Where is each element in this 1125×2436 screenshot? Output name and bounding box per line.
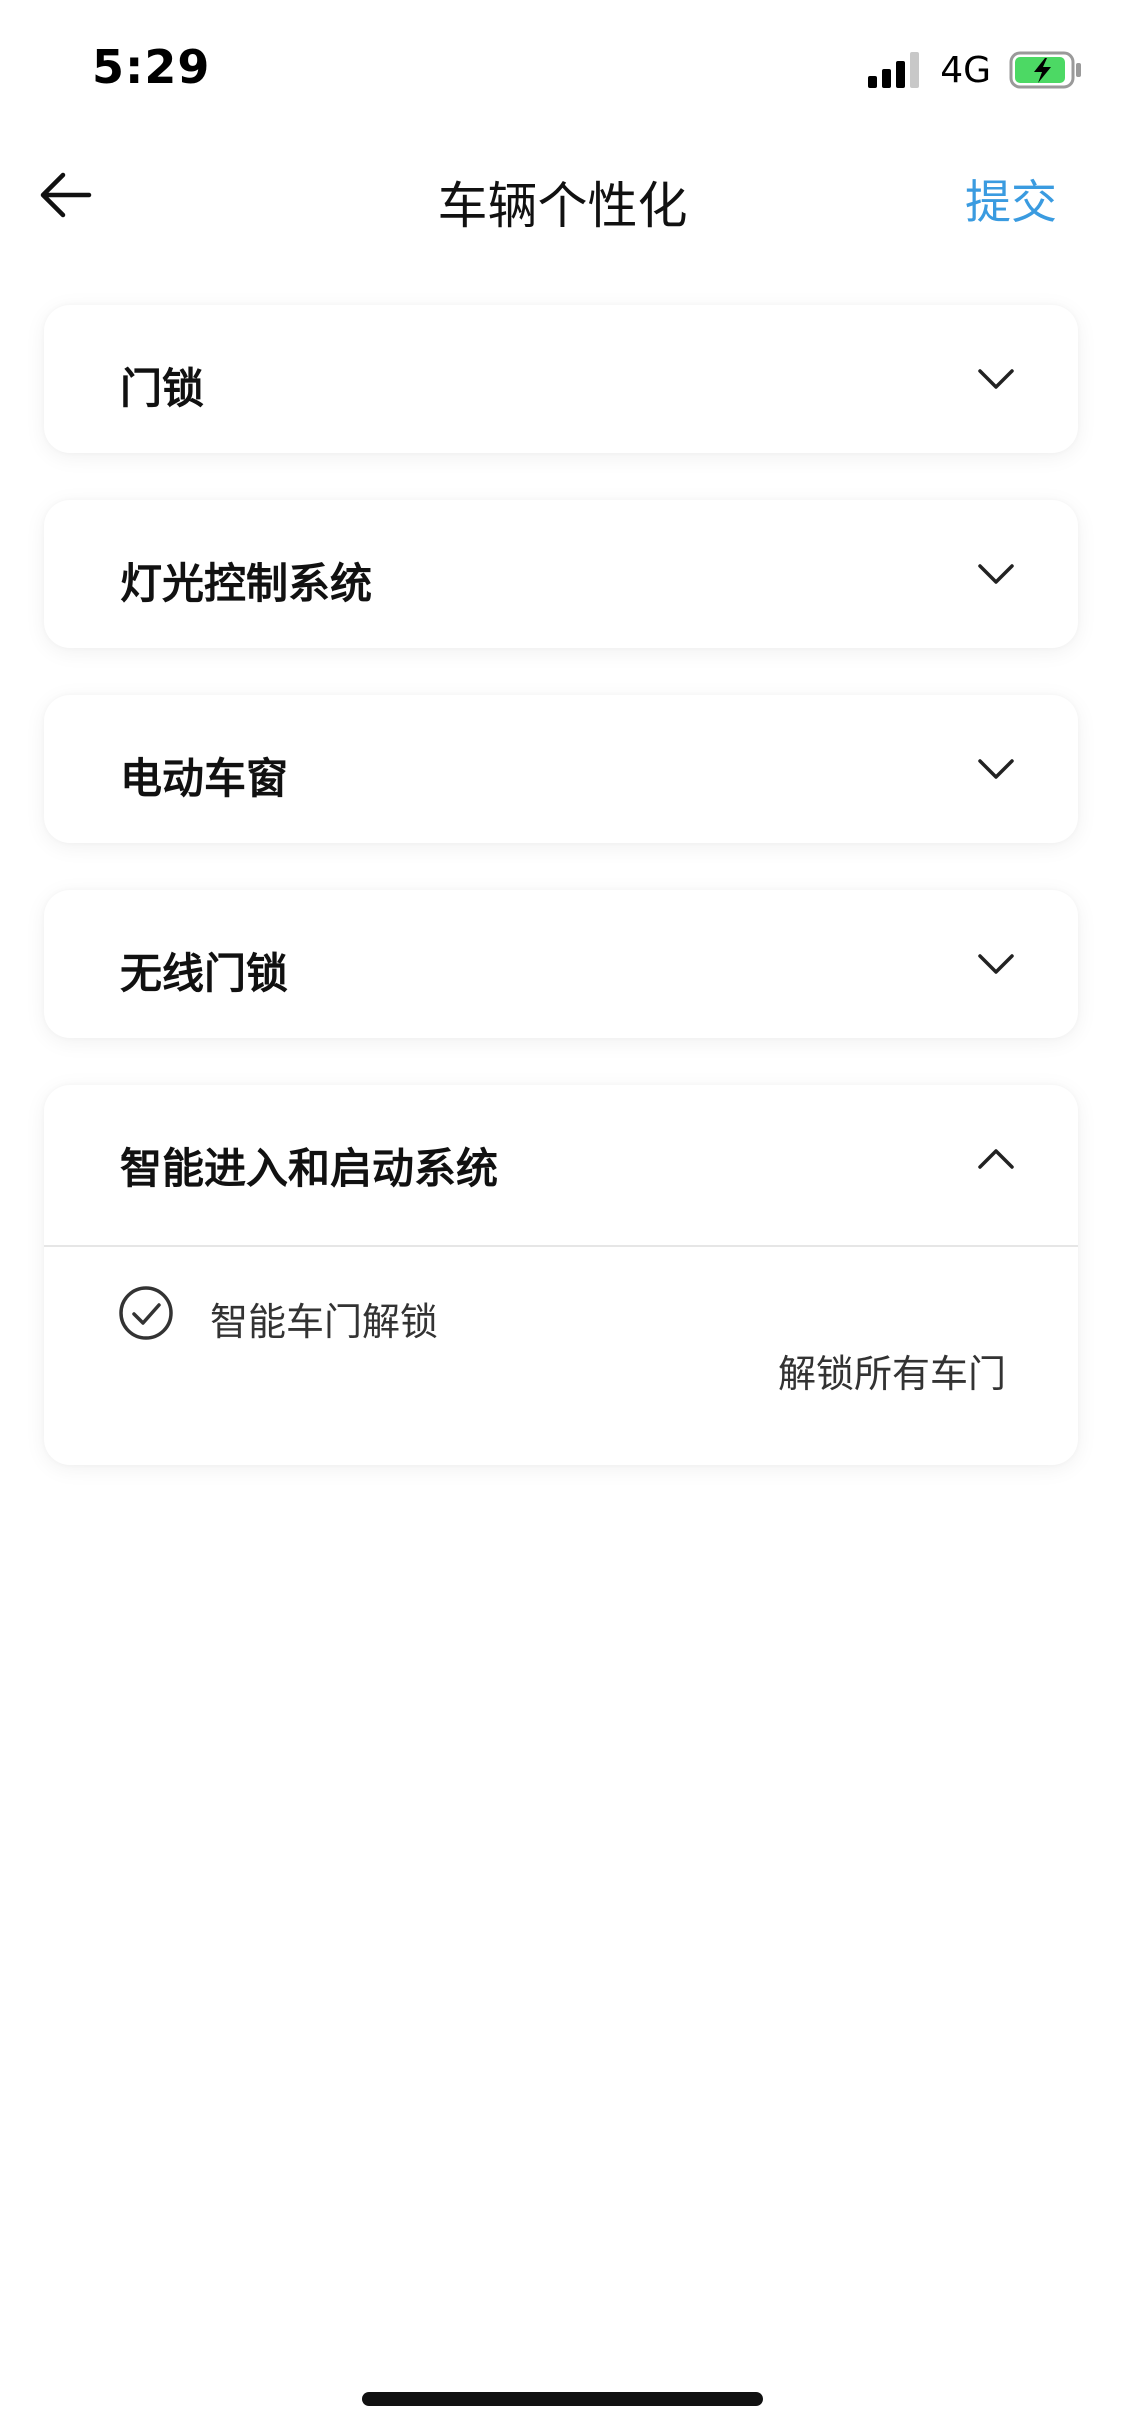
page-title: 车辆个性化	[437, 177, 688, 235]
cellular-signal-icon	[868, 52, 920, 88]
battery-charging-icon	[1009, 51, 1081, 89]
chevron-down-icon	[978, 564, 1014, 584]
submit-button[interactable]: 提交	[965, 166, 1057, 232]
chevron-up-icon	[978, 1149, 1014, 1169]
chevron-down-icon	[978, 954, 1014, 974]
chevron-down-icon	[978, 759, 1014, 779]
chevron-down-icon	[978, 369, 1014, 389]
section-title: 门锁	[120, 364, 205, 413]
section-header-door-lock[interactable]: 门锁	[44, 305, 1078, 453]
section-card-lighting-control: 灯光控制系统	[44, 500, 1078, 648]
section-title: 灯光控制系统	[120, 559, 373, 608]
section-title: 电动车窗	[120, 754, 289, 803]
home-indicator	[362, 2392, 763, 2406]
section-title: 无线门锁	[120, 949, 289, 998]
section-header-lighting-control[interactable]: 灯光控制系统	[44, 500, 1078, 648]
section-card-wireless-lock: 无线门锁	[44, 890, 1078, 1038]
option-row-smart-door-unlock[interactable]: 智能车门解锁 解锁所有车门	[44, 1247, 1078, 1465]
section-header-wireless-lock[interactable]: 无线门锁	[44, 890, 1078, 1038]
option-label: 智能车门解锁	[210, 1300, 439, 1344]
section-card-smart-entry: 智能进入和启动系统 智能车门解锁 解锁所有车门	[44, 1085, 1078, 1465]
section-header-smart-entry[interactable]: 智能进入和启动系统	[44, 1085, 1078, 1245]
network-type: 4G	[940, 49, 991, 91]
status-indicators: 4G	[868, 49, 1083, 91]
status-bar: 5:29 4G	[0, 0, 1125, 140]
section-title: 智能进入和启动系统	[120, 1144, 499, 1193]
checkmark-circle-icon[interactable]	[118, 1285, 174, 1341]
status-time: 5:29	[92, 40, 211, 94]
section-header-power-windows[interactable]: 电动车窗	[44, 695, 1078, 843]
section-card-power-windows: 电动车窗	[44, 695, 1078, 843]
nav-bar: 车辆个性化 提交	[0, 140, 1125, 250]
option-value[interactable]: 解锁所有车门	[778, 1343, 1006, 1398]
section-card-door-lock: 门锁	[44, 305, 1078, 453]
